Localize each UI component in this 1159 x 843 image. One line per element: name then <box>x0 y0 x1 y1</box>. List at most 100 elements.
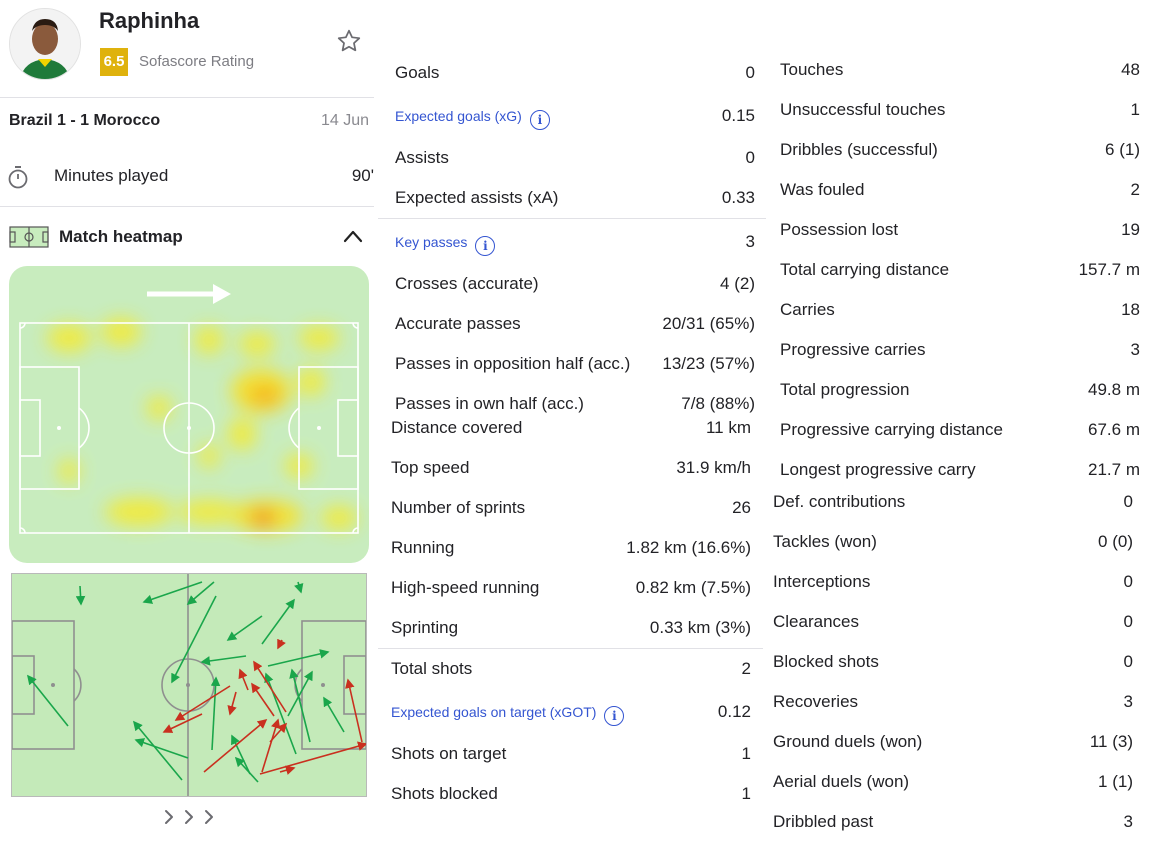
stat-value: 0.12 <box>717 702 751 721</box>
stat-row: Tackles (won) 0 (0) <box>773 532 1133 554</box>
chevron-up-icon[interactable] <box>342 226 364 246</box>
stat-row: Key passes i 3 <box>395 232 755 256</box>
stat-value: 3 <box>1130 340 1140 359</box>
stat-value: 67.6 m <box>1088 420 1140 439</box>
stat-value: 0 <box>745 148 755 167</box>
minutes-played-label: Minutes played <box>54 166 169 185</box>
stat-value: 19 <box>1121 220 1140 239</box>
stat-label: Number of sprints <box>391 498 526 517</box>
info-icon[interactable]: i <box>604 706 625 726</box>
stat-value: 48 <box>1121 60 1140 79</box>
stat-row: Ground duels (won) 11 (3) <box>773 732 1133 754</box>
stat-label: Assists <box>395 148 449 167</box>
stat-value: 7/8 (88%) <box>681 394 755 413</box>
stat-value: 1 <box>741 744 751 763</box>
stat-label: Sprinting <box>391 618 459 637</box>
stat-row: Def. contributions 0 <box>773 492 1133 514</box>
stat-row: Progressive carries 3 <box>780 340 1140 362</box>
stat-label: Total carrying distance <box>780 260 950 279</box>
stat-value: 2 <box>741 659 751 678</box>
stat-label: Total progression <box>780 380 910 399</box>
stat-label: Unsuccessful touches <box>780 100 946 119</box>
rating-badge: 6.5 <box>100 48 128 76</box>
stat-label: Touches <box>780 60 844 79</box>
stat-label: Running <box>391 538 455 557</box>
stat-label: Interceptions <box>773 572 871 591</box>
stat-label: Total shots <box>391 659 473 678</box>
stat-value: 0.15 <box>721 106 755 125</box>
stat-value: 2 <box>1130 180 1140 199</box>
stat-value: 1 <box>741 784 751 803</box>
stat-row: Expected assists (xA) 0.33 <box>395 188 755 210</box>
stat-label: Progressive carries <box>780 340 926 359</box>
stat-row: Unsuccessful touches 1 <box>780 100 1140 122</box>
stat-label: Accurate passes <box>395 314 521 333</box>
stat-value: 0 <box>1123 572 1133 591</box>
stat-row: Sprinting 0.33 km (3%) <box>391 618 751 640</box>
stat-value: 0 (0) <box>1098 532 1133 551</box>
stat-row: Interceptions 0 <box>773 572 1133 594</box>
match-teams[interactable]: Brazil 1 - 1 Morocco <box>9 112 160 130</box>
stat-label: Clearances <box>773 612 859 631</box>
stat-row: Total progression 49.8 m <box>780 380 1140 402</box>
stat-row: High-speed running 0.82 km (7.5%) <box>391 578 751 600</box>
stat-row: Crosses (accurate) 4 (2) <box>395 274 755 296</box>
stat-value: 4 (2) <box>720 274 755 293</box>
stat-value: 157.7 m <box>1078 260 1140 279</box>
stat-row: Number of sprints 26 <box>391 498 751 520</box>
stat-row: Progressive carrying distance 67.6 m <box>780 420 1140 442</box>
stat-row: Passes in opposition half (acc.) 13/23 (5… <box>395 354 755 376</box>
divider <box>378 648 763 649</box>
stat-label: Longest progressive carry <box>780 460 976 479</box>
stat-label: Passes in opposition half (acc.) <box>395 354 631 373</box>
stat-row: Distance covered 11 km <box>391 418 751 440</box>
stat-value: 21.7 m <box>1088 460 1140 479</box>
stat-value: 11 (3) <box>1089 732 1133 751</box>
player-name[interactable]: Raphinha <box>99 8 199 34</box>
stat-value: 49.8 m <box>1088 380 1140 399</box>
stat-label: Possession lost <box>780 220 899 239</box>
stat-row: Goals 0 <box>395 63 755 85</box>
stat-row: Clearances 0 <box>773 612 1133 634</box>
stat-value: 1 (1) <box>1098 772 1133 791</box>
stat-row: Top speed 31.9 km/h <box>391 458 751 480</box>
stat-label: Progressive carrying distance <box>780 420 1003 439</box>
info-icon[interactable]: i <box>529 110 550 130</box>
stat-label: Shots on target <box>391 744 507 763</box>
pass-map <box>11 573 368 797</box>
divider <box>0 97 374 98</box>
stat-label: Passes in own half (acc.) <box>395 394 584 413</box>
stat-value: 1 <box>1130 100 1140 119</box>
stat-value: 11 km <box>705 418 751 437</box>
stat-label: Shots blocked <box>391 784 498 803</box>
stat-row: Shots on target 1 <box>391 744 751 766</box>
stat-row: Running 1.82 km (16.6%) <box>391 538 751 560</box>
stat-label[interactable]: Expected goals on target (xGOT) i <box>391 704 625 726</box>
stat-value: 3 <box>745 232 755 251</box>
heatmap-pitch <box>9 266 369 563</box>
stat-row: Shots blocked 1 <box>391 784 751 806</box>
stat-label[interactable]: Key passes i <box>395 234 496 256</box>
favorite-star-icon[interactable] <box>336 28 362 54</box>
stat-row: Expected goals on target (xGOT) i 0.12 <box>391 702 751 726</box>
stat-row: Total carrying distance 157.7 m <box>780 260 1140 282</box>
stat-row: Longest progressive carry 21.7 m <box>780 460 1140 482</box>
stat-value: 3 <box>1123 692 1133 711</box>
stopwatch-icon <box>7 165 29 189</box>
stat-label: Ground duels (won) <box>773 732 923 751</box>
info-icon[interactable]: i <box>475 236 496 256</box>
stat-value: 0 <box>745 63 755 82</box>
stat-label: Dribbles (successful) <box>780 140 938 159</box>
stat-row: Was fouled 2 <box>780 180 1140 202</box>
stat-value: 0.33 <box>721 188 755 207</box>
player-avatar <box>9 8 81 80</box>
rating-label: Sofascore Rating <box>139 53 255 70</box>
divider <box>378 218 766 219</box>
stat-value: 0.82 km (7.5%) <box>635 578 751 597</box>
stat-label: Dribbled past <box>773 812 874 831</box>
stat-row: Dribbles (successful) 6 (1) <box>780 140 1140 162</box>
next-chevrons-icon[interactable] <box>160 806 220 828</box>
stat-value: 0 <box>1123 652 1133 671</box>
stat-row: Recoveries 3 <box>773 692 1133 714</box>
stat-label[interactable]: Expected goals (xG) i <box>395 108 550 130</box>
